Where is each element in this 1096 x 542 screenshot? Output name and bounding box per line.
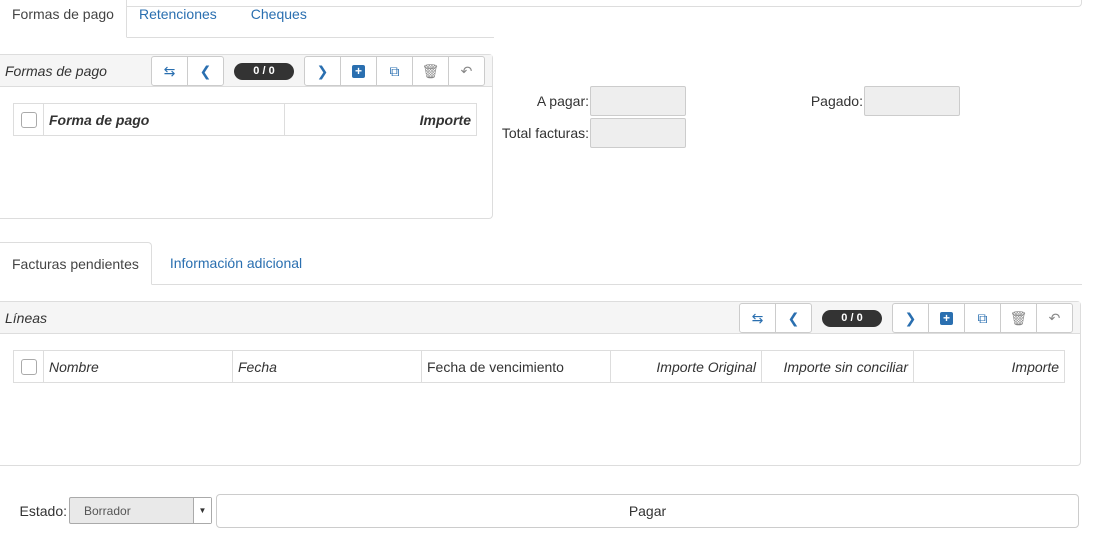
- lines-panel: Líneas ⇆ ❮ 0 / 0 ❯ + ⧉ 🗑 ↶: [0, 301, 1081, 466]
- chevron-left-icon: ❮: [787, 309, 800, 326]
- top-tabs: Formas de pago Retenciones Cheques: [0, 0, 494, 38]
- chevron-right-icon: ❯: [316, 62, 329, 79]
- undo-icon: ↶: [460, 62, 473, 79]
- undo-icon: ↶: [1048, 309, 1061, 326]
- tab-formas-de-pago[interactable]: Formas de pago: [0, 0, 127, 38]
- select-all-checkbox[interactable]: [20, 358, 37, 375]
- tab-informacion-adicional[interactable]: Información adicional: [152, 242, 314, 284]
- plus-square-icon: +: [940, 311, 953, 325]
- payments-panel: Formas de pago ⇆ ❮ 0 / 0 ❯ + ⧉ 🗑 ↶: [0, 54, 493, 219]
- payments-panel-title: Formas de pago: [5, 62, 107, 79]
- switch-view-button[interactable]: ⇆: [151, 56, 188, 86]
- new-record-button[interactable]: +: [928, 303, 965, 333]
- chevron-left-icon: ❮: [199, 62, 212, 79]
- delete-record-button[interactable]: 🗑: [1000, 303, 1037, 333]
- payments-panel-header: Formas de pago ⇆ ❮ 0 / 0 ❯ + ⧉ 🗑 ↶: [0, 55, 492, 87]
- next-record-button[interactable]: ❯: [892, 303, 929, 333]
- new-record-button[interactable]: +: [340, 56, 377, 86]
- switch-view-icon: ⇆: [751, 309, 764, 326]
- pay-button[interactable]: Pagar: [216, 494, 1079, 528]
- next-record-button[interactable]: ❯: [304, 56, 341, 86]
- column-fecha[interactable]: Fecha: [233, 351, 422, 382]
- open-record-button[interactable]: ⧉: [964, 303, 1001, 333]
- delete-record-button[interactable]: 🗑: [412, 56, 449, 86]
- undo-button[interactable]: ↶: [448, 56, 485, 86]
- column-importe-sin-conciliar[interactable]: Importe sin conciliar: [762, 351, 914, 382]
- external-link-icon: ⧉: [977, 309, 988, 326]
- lines-grid-header: Nombre Fecha Fecha de vencimiento Import…: [13, 350, 1065, 383]
- estado-label: Estado:: [19, 503, 67, 519]
- pagado-field: [864, 86, 960, 116]
- a-pagar-label: A pagar:: [536, 93, 589, 109]
- column-importe-original[interactable]: Importe Original: [611, 351, 762, 382]
- lines-toolbar: ⇆ ❮ 0 / 0 ❯ + ⧉ 🗑 ↶: [739, 302, 1073, 334]
- total-facturas-field: [590, 118, 686, 148]
- column-fecha-de-vencimiento[interactable]: Fecha de vencimiento: [422, 351, 611, 382]
- switch-view-icon: ⇆: [163, 62, 176, 79]
- switch-view-button[interactable]: ⇆: [739, 303, 776, 333]
- estado-value: Borrador: [84, 503, 131, 518]
- tab-retenciones[interactable]: Retenciones: [127, 0, 229, 37]
- lines-panel-header: Líneas ⇆ ❮ 0 / 0 ❯ + ⧉ 🗑 ↶: [0, 302, 1080, 334]
- external-link-icon: ⧉: [389, 62, 400, 79]
- tab-cheques[interactable]: Cheques: [239, 0, 319, 37]
- invoice-tabs: Facturas pendientes Información adiciona…: [0, 242, 1082, 285]
- column-importe[interactable]: Importe: [285, 104, 476, 135]
- payments-toolbar: ⇆ ❮ 0 / 0 ❯ + ⧉ 🗑 ↶: [151, 55, 485, 87]
- select-all-cell: [14, 351, 44, 382]
- plus-square-icon: +: [352, 64, 365, 78]
- lines-panel-title: Líneas: [5, 309, 48, 326]
- select-all-checkbox[interactable]: [20, 111, 37, 128]
- column-forma-de-pago[interactable]: Forma de pago: [44, 104, 285, 135]
- select-all-cell: [14, 104, 44, 135]
- pagado-label: Pagado:: [810, 93, 863, 109]
- caret-down-icon: ▼: [193, 498, 211, 523]
- a-pagar-field: [590, 86, 686, 116]
- tab-facturas-pendientes[interactable]: Facturas pendientes: [0, 242, 152, 285]
- record-counter: 0 / 0: [234, 62, 294, 80]
- open-record-button[interactable]: ⧉: [376, 56, 413, 86]
- previous-record-button[interactable]: ❮: [187, 56, 224, 86]
- chevron-right-icon: ❯: [904, 309, 917, 326]
- record-counter: 0 / 0: [822, 309, 882, 327]
- payments-grid-header: Forma de pago Importe: [13, 103, 477, 136]
- previous-record-button[interactable]: ❮: [775, 303, 812, 333]
- trash-icon: 🗑: [421, 62, 440, 79]
- trash-icon: 🗑: [1009, 309, 1028, 326]
- column-importe[interactable]: Importe: [914, 351, 1064, 382]
- undo-button[interactable]: ↶: [1036, 303, 1073, 333]
- column-nombre[interactable]: Nombre: [44, 351, 233, 382]
- total-facturas-label: Total facturas:: [501, 125, 589, 141]
- estado-select[interactable]: Borrador ▼: [69, 497, 212, 524]
